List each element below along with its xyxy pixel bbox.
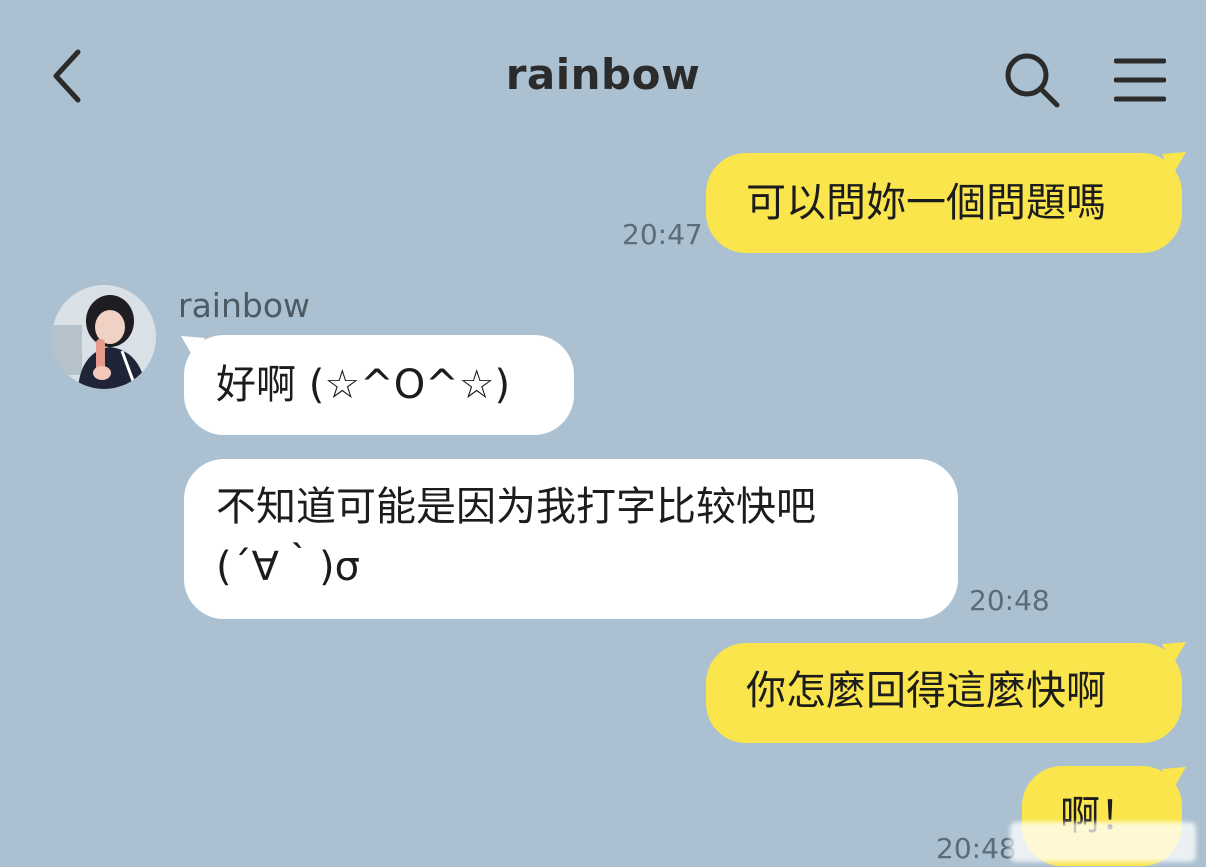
message-text: 你怎麼回得這麼快啊 xyxy=(746,668,1106,714)
message-text-line: (´∀｀)σ xyxy=(216,544,360,590)
message-time: 20:48 xyxy=(936,832,1017,865)
avatar[interactable] xyxy=(52,285,156,389)
message-text: 可以問妳一個問題嗎 xyxy=(746,180,1106,226)
message-time: 20:48 xyxy=(969,584,1050,617)
message-bubble-received[interactable]: 不知道可能是因为我打字比较快吧 (´∀｀)σ xyxy=(184,459,958,619)
sender-name: rainbow xyxy=(178,286,310,325)
message-time: 20:47 xyxy=(622,218,703,251)
message-bubble-sent[interactable]: 你怎麼回得這麼快啊 xyxy=(706,643,1182,743)
menu-button[interactable] xyxy=(1104,44,1176,116)
message-text: 好啊 (☆^O^☆) xyxy=(216,362,511,408)
avatar-image xyxy=(52,285,156,389)
search-button[interactable] xyxy=(996,44,1068,116)
message-bubble-received[interactable]: 好啊 (☆^O^☆) xyxy=(184,335,574,435)
watermark xyxy=(1010,822,1196,862)
message-text-line: 不知道可能是因为我打字比较快吧 xyxy=(216,484,816,530)
search-icon xyxy=(1005,53,1060,108)
message-bubble-sent[interactable]: 可以問妳一個問題嗎 xyxy=(706,153,1182,253)
chat-header: rainbow xyxy=(0,0,1206,150)
hamburger-menu-icon xyxy=(1114,58,1166,102)
